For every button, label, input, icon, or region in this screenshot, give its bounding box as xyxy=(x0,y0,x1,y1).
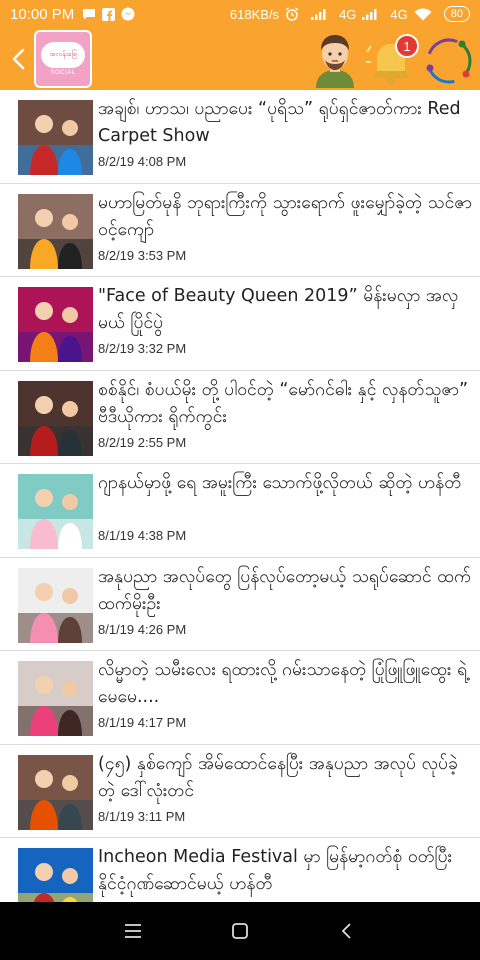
news-thumbnail xyxy=(18,848,93,902)
news-date: 8/2/19 4:08 PM xyxy=(98,154,187,169)
system-nav-bar xyxy=(0,902,480,960)
system-back-button[interactable] xyxy=(327,911,367,951)
wifi-icon xyxy=(414,7,432,21)
news-item[interactable]: အချစ်၊ ဟာသ၊ ပညာပေး “ပုရိသ” ရုပ်ရှင်ဇာတ်က… xyxy=(0,90,480,184)
news-date: 8/1/19 4:17 PM xyxy=(98,715,187,730)
menu-icon xyxy=(125,924,142,938)
news-headline: (၄၅) နှစ်ကျော် အိမ်ထောင်နေပြီး အနုပညာ အလ… xyxy=(98,753,458,801)
news-thumbnail xyxy=(18,380,93,456)
home-button[interactable] xyxy=(220,911,260,951)
network-speed: 618KB/s xyxy=(229,6,280,22)
news-item[interactable]: (၄၅) နှစ်ကျော် အိမ်ထောင်နေပြီး အနုပညာ အလ… xyxy=(0,745,480,838)
messenger-icon xyxy=(121,7,135,21)
news-headline: စစ်နိုင်၊ စံပယ်မိုး တို့ ပါဝင်တဲ့ “မော်ဂ… xyxy=(98,379,469,427)
status-time: 10:00 PM xyxy=(10,5,75,23)
news-item[interactable]: မဟာမြတ်မုနိ ဘုရားကြီးကို သွားရောက် ဖူးမျ… xyxy=(0,184,480,277)
refresh-icon[interactable] xyxy=(422,34,476,88)
app-logo[interactable]: အလန်းစြေ SOCIAL xyxy=(34,30,92,88)
chevron-left-icon xyxy=(12,48,25,70)
logo-subtext: SOCIAL xyxy=(50,70,76,76)
profile-avatar[interactable] xyxy=(310,30,360,88)
news-thumbnail xyxy=(18,754,93,830)
news-headline: လိမ္မာတဲ့ သမီးလေး ရထားလို့ ဂမ်းသာနေတဲ့ ပ… xyxy=(98,660,468,707)
news-date: 8/1/19 3:11 PM xyxy=(98,808,186,824)
battery-indicator: 80 xyxy=(443,6,470,22)
network-type-1: 4G xyxy=(339,6,357,22)
message-icon xyxy=(82,8,96,20)
news-list: အချစ်၊ ဟာသ၊ ပညာပေး “ပုရိသ” ရုပ်ရှင်ဇာတ်က… xyxy=(0,90,480,902)
news-thumbnail xyxy=(18,287,93,362)
news-thumbnail xyxy=(18,474,93,549)
signal-icon-1 xyxy=(311,8,327,20)
network-type-2: 4G xyxy=(390,6,408,22)
notification-count-badge: 1 xyxy=(395,34,419,58)
home-square-icon xyxy=(232,923,248,939)
status-right-group: 618KB/s 4G 4G 80 xyxy=(230,6,470,22)
news-item[interactable]: လိမ္မာတဲ့ သမီးလေး ရထားလို့ ဂမ်းသာနေတဲ့ ပ… xyxy=(0,651,480,745)
news-thumbnail xyxy=(18,193,93,269)
recents-button[interactable] xyxy=(113,911,153,951)
status-bar: 10:00 PM 618KB/s 4G 4G 80 xyxy=(0,0,480,28)
news-headline: ဂျာနယ်မှာဖို့ ရေ အမူးကြီး သောက်ဖို့လိုတယ… xyxy=(98,473,462,493)
facebook-icon xyxy=(102,7,116,21)
news-headline: အနုပညာ အလုပ်တွေ ပြန်လုပ်တော့မယ့် သရုပ်ဆေ… xyxy=(98,566,472,614)
news-date: 8/1/19 4:26 PM xyxy=(98,621,187,637)
signal-icon-2 xyxy=(362,8,378,20)
news-date: 8/1/19 4:38 PM xyxy=(98,528,187,543)
news-headline: အချစ်၊ ဟာသ၊ ပညာပေး “ပုရိသ” ရုပ်ရှင်ဇာတ်က… xyxy=(98,99,461,146)
news-item[interactable]: အနုပညာ အလုပ်တွေ ပြန်လုပ်တော့မယ့် သရုပ်ဆေ… xyxy=(0,558,480,651)
back-button[interactable] xyxy=(6,42,30,76)
news-date: 8/2/19 3:53 PM xyxy=(98,247,187,263)
news-date: 8/2/19 2:55 PM xyxy=(98,434,187,450)
news-date: 8/2/19 3:32 PM xyxy=(98,341,187,356)
news-item[interactable]: ဂျာနယ်မှာဖို့ ရေ အမူးကြီး သောက်ဖို့လိုတယ… xyxy=(0,464,480,558)
alarm-icon xyxy=(285,7,299,21)
news-thumbnail xyxy=(18,567,93,643)
app-bar: အလန်းစြေ SOCIAL 1 xyxy=(0,28,480,90)
logo-text: အလန်းစြေ xyxy=(41,42,85,68)
app-screen: 10:00 PM 618KB/s 4G 4G 80 အလန်းစြေ SOCIA… xyxy=(0,0,480,960)
news-thumbnail xyxy=(18,100,93,175)
news-headline: မဟာမြတ်မုနိ ဘုရားကြီးကို သွားရောက် ဖူးမျ… xyxy=(98,192,472,240)
news-item[interactable]: "Face of Beauty Queen 2019” မိန်းမလှာ အလ… xyxy=(0,277,480,371)
news-item[interactable]: Incheon Media Festival မှာ မြန်မာ့ဂတ်စုံ… xyxy=(0,838,480,902)
news-headline: Incheon Media Festival မှာ မြန်မာ့ဂတ်စုံ… xyxy=(98,847,453,894)
news-thumbnail xyxy=(18,661,93,736)
news-headline: "Face of Beauty Queen 2019” မိန်းမလှာ အလ… xyxy=(98,286,459,333)
news-item[interactable]: စစ်နိုင်၊ စံပယ်မိုး တို့ ပါဝင်တဲ့ “မော်ဂ… xyxy=(0,371,480,464)
chevron-left-icon xyxy=(341,923,351,939)
